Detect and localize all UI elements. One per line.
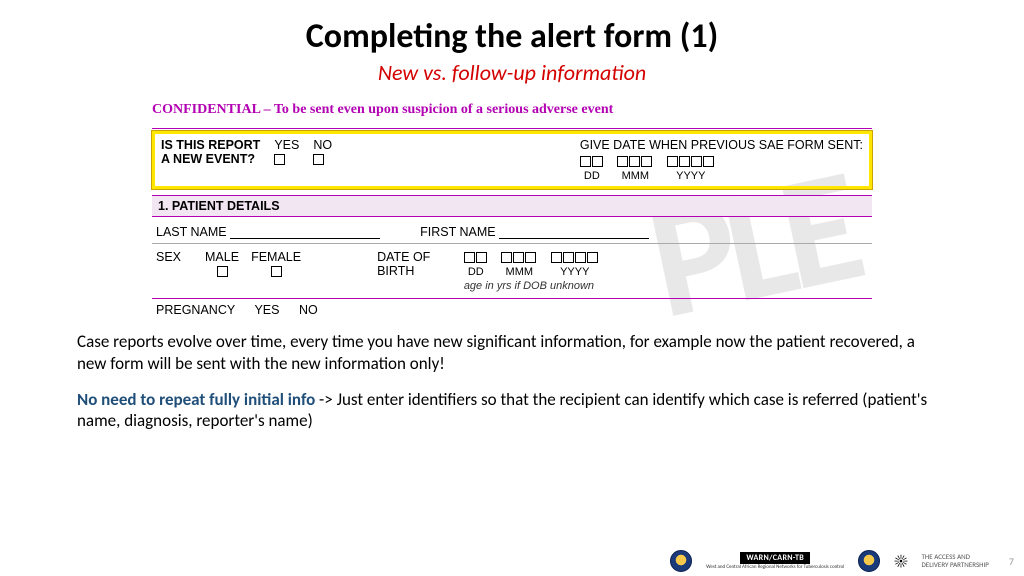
date-box[interactable]: [525, 252, 536, 263]
date-box[interactable]: [587, 252, 598, 263]
checkbox-no[interactable]: [313, 154, 324, 165]
date-box[interactable]: [476, 252, 487, 263]
last-name-field[interactable]: [230, 227, 380, 239]
divider: [152, 128, 872, 129]
date-box[interactable]: [679, 156, 690, 167]
form-sample: PLE CONFIDENTIAL – To be sent even upon …: [152, 102, 872, 321]
date-box[interactable]: [667, 156, 678, 167]
yes-label: YES: [274, 138, 299, 152]
pregnancy-label: PREGNANCY: [156, 303, 235, 317]
explanatory-text: Case reports evolve over time, every tim…: [77, 331, 947, 432]
dob-dd: DD: [464, 266, 488, 278]
yyyy-label: YYYY: [667, 170, 715, 182]
date-box[interactable]: [580, 156, 591, 167]
section-patient-details: 1. PATIENT DETAILS: [152, 195, 872, 217]
info-lead: No need to repeat fully initial info: [77, 389, 315, 410]
date-box[interactable]: [551, 252, 562, 263]
date-box[interactable]: [513, 252, 524, 263]
slide-title: Completing the alert form (1): [0, 16, 1024, 57]
date-box[interactable]: [501, 252, 512, 263]
mmm-label: MMM: [617, 170, 653, 182]
dd-label: DD: [580, 170, 604, 182]
date-box[interactable]: [563, 252, 574, 263]
paragraph-1: Case reports evolve over time, every tim…: [77, 331, 947, 375]
date-box[interactable]: [641, 156, 652, 167]
seal-icon: [670, 550, 692, 572]
date-box[interactable]: [464, 252, 475, 263]
partner-line-2: DELIVERY PARTNERSHIP: [922, 561, 989, 569]
date-box[interactable]: [629, 156, 640, 167]
new-event-label-2: A NEW EVENT?: [161, 152, 260, 166]
warn-logo-sub: West and Central African Regional Networ…: [706, 564, 844, 570]
dob-label-1: DATE OF: [377, 250, 430, 264]
last-name-label: LAST NAME: [156, 225, 227, 239]
warn-logo-label: WARN/CARN-TB: [740, 552, 810, 564]
dob-yyyy: YYYY: [551, 266, 599, 278]
new-event-label-1: IS THIS REPORT: [161, 138, 260, 152]
first-name-label: FIRST NAME: [420, 225, 495, 239]
paragraph-2: No need to repeat fully initial info -> …: [77, 389, 947, 433]
footer: WARN/CARN-TB West and Central African Re…: [670, 550, 1014, 572]
preg-no: NO: [299, 303, 318, 317]
page-number: 7: [1009, 555, 1014, 568]
date-box[interactable]: [575, 252, 586, 263]
male-label: MALE: [205, 250, 239, 264]
date-box[interactable]: [617, 156, 628, 167]
slide-subtitle: New vs. follow-up information: [0, 59, 1024, 86]
checkbox-yes[interactable]: [274, 154, 285, 165]
age-hint: age in yrs if DOB unknown: [464, 280, 609, 292]
seal-icon: [858, 550, 880, 572]
date-box[interactable]: [592, 156, 603, 167]
preg-yes: YES: [254, 303, 279, 317]
checkbox-female[interactable]: [271, 266, 282, 277]
dob-mmm: MMM: [501, 266, 537, 278]
sun-icon: ☀: [894, 552, 907, 570]
dob-label-2: BIRTH: [377, 264, 414, 278]
prev-date-label: GIVE DATE WHEN PREVIOUS SAE FORM SENT:: [580, 138, 863, 152]
first-name-field[interactable]: [499, 227, 649, 239]
checkbox-male[interactable]: [217, 266, 228, 277]
sex-label: SEX: [156, 250, 181, 264]
new-event-highlight: IS THIS REPORT A NEW EVENT? YES NO GIVE …: [152, 131, 872, 189]
no-label: NO: [313, 138, 332, 152]
date-box[interactable]: [691, 156, 702, 167]
female-label: FEMALE: [251, 250, 301, 264]
date-box[interactable]: [703, 156, 714, 167]
confidential-banner: CONFIDENTIAL – To be sent even upon susp…: [152, 102, 872, 118]
